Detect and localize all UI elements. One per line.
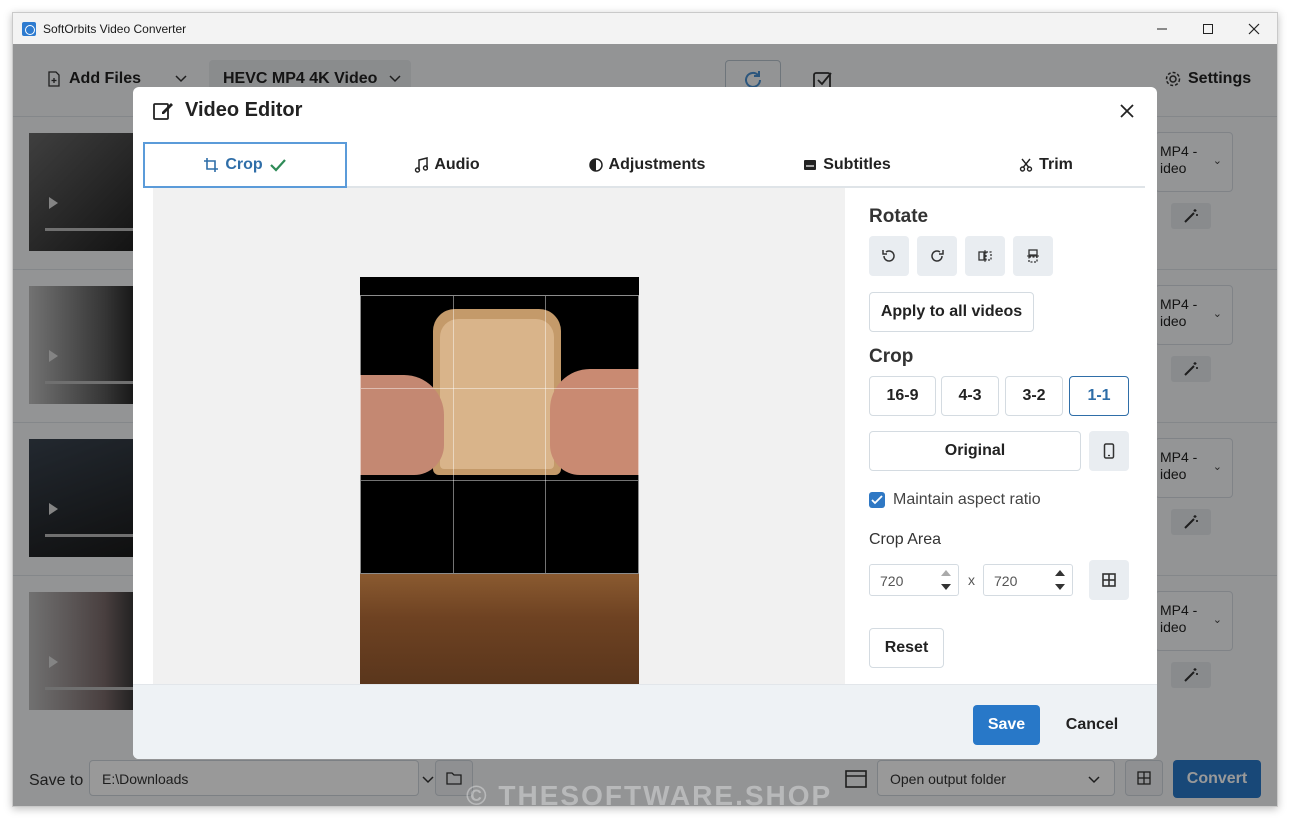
rotate-left-button[interactable] — [869, 236, 909, 276]
grid-icon — [1102, 573, 1116, 587]
rotate-left-icon — [882, 250, 895, 262]
tab-adjustments-label: Adjustments — [608, 156, 706, 173]
crop-height-value: 720 — [994, 573, 1018, 589]
maximize-button[interactable] — [1185, 13, 1231, 44]
app-logo-icon — [22, 21, 36, 36]
tab-audio[interactable]: Audio — [347, 142, 547, 188]
tab-subtitles[interactable]: Subtitles — [747, 142, 947, 188]
flip-horizontal-icon — [978, 250, 992, 262]
rotate-heading: Rotate — [869, 206, 929, 227]
rotate-right-button[interactable] — [917, 236, 957, 276]
cancel-button[interactable]: Cancel — [1053, 705, 1131, 745]
title-bar: SoftOrbits Video Converter — [13, 13, 1277, 44]
ratio-4-3-button[interactable]: 4-3 — [941, 376, 999, 416]
minimize-button[interactable] — [1139, 13, 1185, 44]
video-editor-dialog: Video Editor Crop Audio Adjustments Subt… — [133, 87, 1157, 759]
reset-button[interactable]: Reset — [869, 628, 944, 668]
close-window-button[interactable] — [1231, 13, 1277, 44]
tab-trim[interactable]: Trim — [947, 142, 1145, 188]
dialog-title: Video Editor — [185, 99, 303, 121]
close-icon — [1248, 23, 1260, 34]
crop-heading: Crop — [869, 346, 914, 367]
spinner-arrows-icon — [1055, 570, 1065, 590]
crop-settings-panel: Rotate Apply to all videos Crop 16-9 4-3… — [845, 188, 1145, 684]
tab-crop-label: Crop — [225, 156, 263, 173]
tab-subtitles-label: Subtitles — [823, 156, 891, 173]
size-separator: x — [968, 572, 975, 588]
spinner-arrows-icon — [941, 570, 951, 590]
check-icon — [871, 495, 883, 505]
scissors-icon — [1019, 158, 1033, 172]
portrait-toggle-button[interactable] — [1089, 431, 1129, 471]
watermark-text: © THESOFTWARE.SHOP — [466, 780, 833, 811]
crop-gridline — [361, 388, 638, 389]
flip-horizontal-button[interactable] — [965, 236, 1005, 276]
subtitles-icon — [804, 160, 817, 170]
tab-trim-label: Trim — [1039, 156, 1073, 173]
maintain-aspect-label: Maintain aspect ratio — [893, 491, 1041, 508]
crop-icon — [204, 158, 219, 172]
crop-width-value: 720 — [880, 573, 904, 589]
phone-icon — [1103, 443, 1115, 459]
video-preview — [153, 188, 845, 684]
wooden-surface — [360, 574, 639, 684]
save-button[interactable]: Save — [973, 705, 1040, 745]
rotate-right-icon — [931, 250, 944, 262]
flip-vertical-icon — [1027, 249, 1039, 263]
crop-frame[interactable] — [360, 295, 639, 574]
tab-adjustments[interactable]: Adjustments — [547, 142, 747, 188]
crop-width-input[interactable]: 720 — [869, 564, 959, 596]
crop-gridline — [453, 296, 454, 573]
maintain-aspect-checkbox[interactable] — [869, 492, 885, 508]
dialog-footer: Save Cancel — [133, 684, 1157, 759]
minimize-icon — [1157, 28, 1167, 29]
checkmark-icon — [269, 159, 286, 172]
maximize-icon — [1203, 23, 1213, 34]
contrast-icon — [588, 158, 603, 172]
dialog-close-button[interactable] — [1115, 99, 1139, 123]
ratio-1-1-button[interactable]: 1-1 — [1069, 376, 1129, 416]
crop-area-label: Crop Area — [869, 531, 942, 548]
center-crop-button[interactable] — [1089, 560, 1129, 600]
tab-crop[interactable]: Crop — [143, 142, 347, 188]
apply-to-all-button[interactable]: Apply to all videos — [869, 292, 1034, 332]
crop-height-input[interactable]: 720 — [983, 564, 1073, 596]
video-frame — [360, 277, 639, 684]
edit-icon — [153, 103, 173, 120]
ratio-16-9-button[interactable]: 16-9 — [869, 376, 936, 416]
editor-tabs: Crop Audio Adjustments Subtitles Trim — [143, 142, 1145, 188]
tab-audio-label: Audio — [434, 156, 480, 173]
crop-gridline — [545, 296, 546, 573]
crop-gridline — [361, 480, 638, 481]
close-icon — [1120, 104, 1134, 118]
window-title: SoftOrbits Video Converter — [43, 21, 187, 36]
ratio-3-2-button[interactable]: 3-2 — [1005, 376, 1063, 416]
flip-vertical-button[interactable] — [1013, 236, 1053, 276]
original-ratio-button[interactable]: Original — [869, 431, 1081, 471]
music-icon — [415, 157, 429, 173]
